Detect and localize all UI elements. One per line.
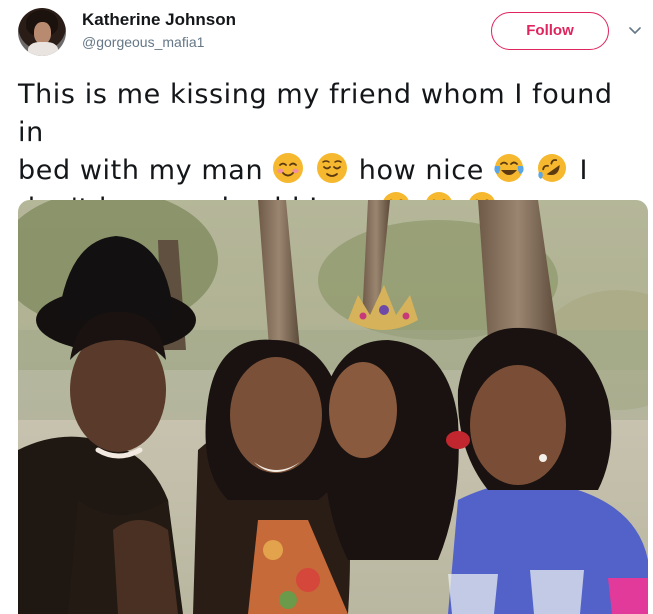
rolling-on-floor-laughing-icon	[538, 154, 567, 182]
tweet-text-fragment: I	[579, 155, 589, 186]
tweet-text-line-2: bed with my man how nice I	[18, 152, 638, 190]
follow-button[interactable]: Follow	[491, 12, 609, 50]
tweet-text-fragment: how nice	[358, 155, 484, 186]
tweet-text-line-1: This is me kissing my friend whom I foun…	[18, 79, 613, 148]
four-women-photo	[18, 200, 648, 614]
relieved-face-icon	[316, 153, 347, 183]
tweet-text-fragment: bed with my man	[18, 155, 264, 186]
author-display-name[interactable]: Katherine Johnson	[82, 9, 236, 31]
tweet-media-photo[interactable]	[18, 200, 648, 614]
smiling-blushing-face-icon	[273, 153, 304, 183]
tweet-header: Katherine Johnson @gorgeous_mafia1 Follo…	[0, 0, 653, 66]
face-with-tears-of-joy-icon	[494, 154, 524, 182]
avatar[interactable]	[18, 8, 66, 56]
chevron-down-icon[interactable]	[627, 22, 643, 38]
author-handle[interactable]: @gorgeous_mafia1	[82, 33, 204, 51]
